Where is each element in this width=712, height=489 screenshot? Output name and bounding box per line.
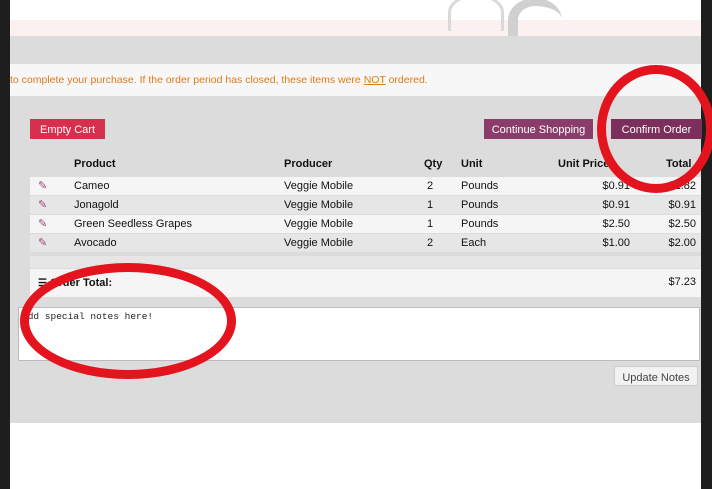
- quantity: 2: [426, 180, 434, 192]
- product-name: Cameo: [74, 180, 110, 192]
- header-unit: Unit: [461, 158, 483, 170]
- edit-icon[interactable]: ✎: [38, 177, 47, 195]
- quantity: 2: [426, 237, 434, 249]
- page-bottom-area: [10, 423, 701, 489]
- edit-icon[interactable]: ✎: [38, 215, 47, 233]
- empty-cart-button[interactable]: Empty Cart: [30, 119, 105, 139]
- table-row: ✎ Jonagold Veggie Mobile 1 Pounds $0.91 …: [30, 196, 701, 214]
- header-total: Total: [666, 158, 692, 170]
- line-total: $1.82: [668, 180, 696, 192]
- order-total-text: Order Total:: [49, 277, 113, 289]
- right-frame-border: [701, 0, 712, 489]
- unit-price: $0.91: [602, 199, 630, 211]
- edit-icon[interactable]: ✎: [38, 196, 47, 214]
- product-name: Green Seedless Grapes: [74, 218, 193, 230]
- header-unit-price: Unit Price: [558, 158, 610, 170]
- line-total: $2.50: [668, 218, 696, 230]
- left-frame-border: [0, 0, 10, 489]
- line-total: $2.00: [668, 237, 696, 249]
- quantity: 1: [426, 199, 434, 211]
- table-row: ✎ Green Seedless Grapes Veggie Mobile 1 …: [30, 215, 701, 233]
- unit: Each: [461, 237, 487, 249]
- header-product: Product: [74, 158, 116, 170]
- continue-shopping-button[interactable]: Continue Shopping: [484, 119, 593, 139]
- quantity: 1: [426, 218, 434, 230]
- producer-name: Veggie Mobile: [284, 237, 354, 249]
- table-row: ✎ Cameo Veggie Mobile 2 Pounds $0.91 $1.…: [30, 177, 701, 195]
- unit-price: $0.91: [602, 180, 630, 192]
- cart-notice: to complete your purchase. If the order …: [10, 64, 701, 96]
- order-total-bar: ☰ Order Total: $7.23: [30, 269, 701, 297]
- order-total-value: $7.23: [668, 276, 696, 288]
- table-row: ✎ Avocado Veggie Mobile 2 Each $1.00 $2.…: [30, 234, 701, 252]
- header-logo-decoration: [448, 0, 504, 31]
- unit: Pounds: [461, 180, 499, 192]
- special-notes-field[interactable]: [18, 307, 700, 361]
- edit-icon[interactable]: ✎: [38, 234, 47, 252]
- header-producer: Producer: [284, 158, 333, 170]
- unit: Pounds: [461, 199, 499, 211]
- notice-text-after: ordered.: [385, 74, 428, 86]
- unit-price: $1.00: [602, 237, 630, 249]
- producer-name: Veggie Mobile: [284, 218, 354, 230]
- product-name: Avocado: [74, 237, 117, 249]
- notice-emphasis: NOT: [363, 74, 386, 86]
- confirm-order-button[interactable]: Confirm Order: [611, 119, 702, 139]
- producer-name: Veggie Mobile: [284, 199, 354, 211]
- order-total-label: ☰ Order Total:: [38, 269, 112, 298]
- header-qty: Qty: [424, 158, 443, 170]
- top-header-area: [10, 0, 701, 20]
- product-name: Jonagold: [74, 199, 119, 211]
- line-total: $0.91: [668, 199, 696, 211]
- update-notes-button[interactable]: Update Notes: [614, 366, 698, 386]
- table-footer-strip: [30, 256, 701, 268]
- header-strip: [10, 20, 701, 37]
- unit: Pounds: [461, 218, 499, 230]
- unit-price: $2.50: [602, 218, 630, 230]
- notice-text-before: to complete your purchase. If the order …: [10, 74, 364, 86]
- list-icon: ☰: [38, 278, 47, 289]
- producer-name: Veggie Mobile: [284, 180, 354, 192]
